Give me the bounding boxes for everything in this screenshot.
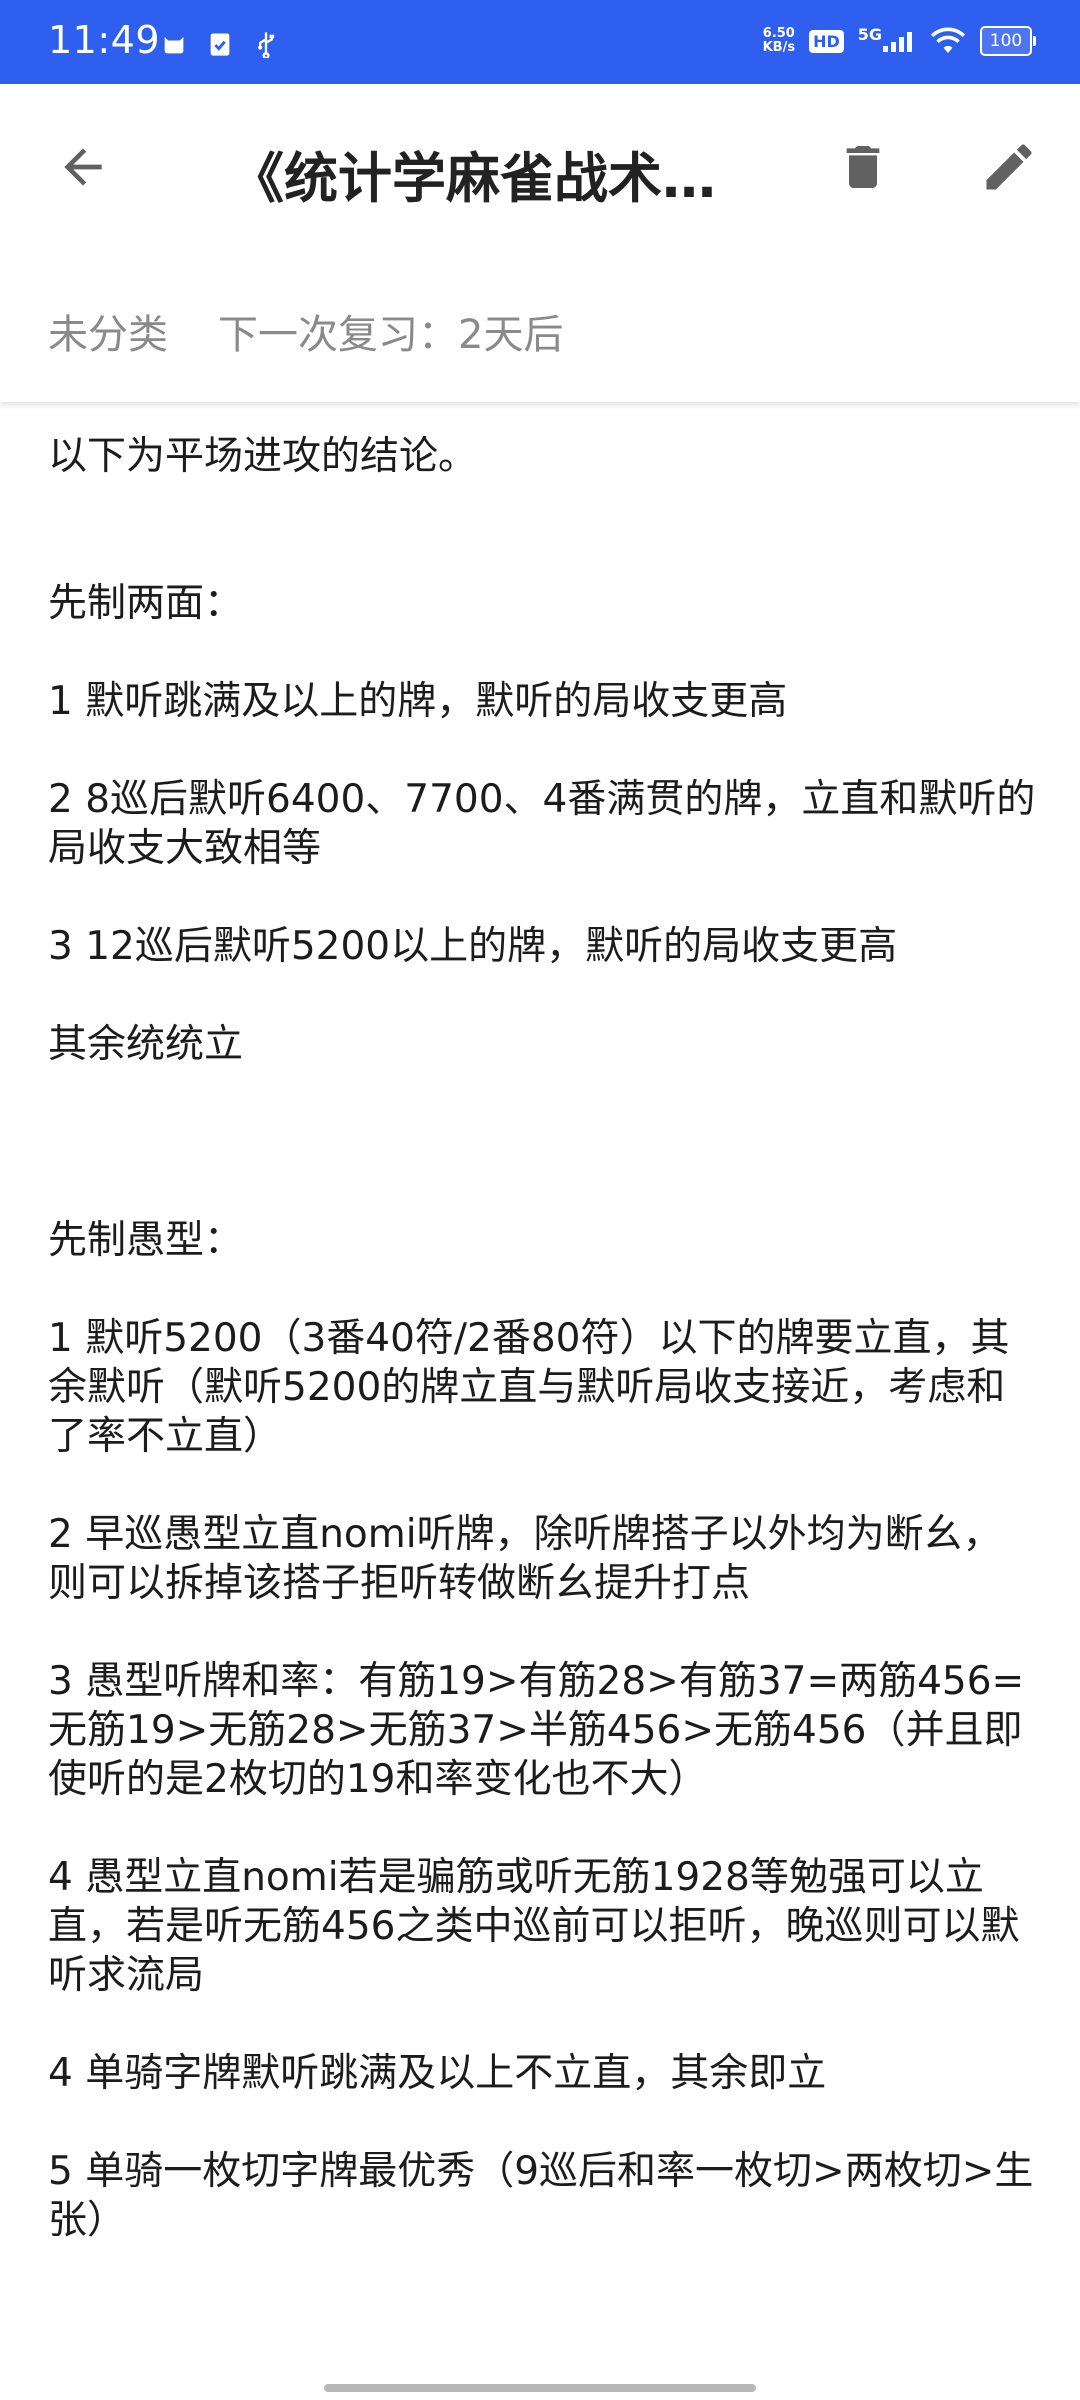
list-item: 4 单骑字牌默听跳满及以上不立直，其余即立	[48, 2051, 827, 2096]
usb-icon	[252, 30, 280, 60]
navigation-handle[interactable]	[324, 2384, 756, 2392]
page-title: 《统计学麻雀战术…	[230, 147, 716, 210]
clipboard-check-icon	[206, 30, 234, 58]
edit-button[interactable]	[966, 124, 1052, 210]
arrow-left-icon	[64, 148, 102, 186]
battery-indicator: 100	[980, 26, 1036, 56]
wifi-icon	[930, 27, 966, 53]
status-bar: 11:49 6.50 KB/s HD 5G 100	[0, 0, 1080, 84]
cat-app-icon	[160, 30, 188, 58]
list-item: 1 默听跳满及以上的牌，默听的局收支更高	[48, 679, 788, 724]
signal-bars-icon	[883, 32, 912, 52]
note-content: 以下为平场进攻的结论。 先制两面： 1 默听跳满及以上的牌，默听的局收支更高 2…	[48, 432, 1038, 2245]
list-item: 1 默听5200（3番40符/2番80符）以下的牌要立直，其余默听（默听5200…	[48, 1316, 1010, 1459]
category-label[interactable]: 未分类	[48, 302, 168, 360]
list-item: 3 愚型听牌和率：有筋19>有筋28>有筋37=两筋456=无筋19>无筋28>…	[48, 1659, 1025, 1802]
app-header: 《统计学麻雀战术… 未分类 下一次复习：2天后	[0, 84, 1080, 402]
pencil-icon	[986, 144, 1032, 190]
net-speed-unit: KB/s	[762, 40, 796, 55]
section-heading: 先制愚型：	[48, 1218, 244, 1263]
delete-button[interactable]	[820, 124, 906, 210]
net-speed-value: 6.50	[762, 26, 795, 41]
section-heading: 先制两面：	[48, 581, 244, 626]
intro-text: 以下为平场进攻的结论。	[48, 434, 478, 479]
list-item: 5 单骑一枚切字牌最优秀（9巡后和率一枚切>两枚切>生张）	[48, 2149, 1034, 2243]
list-item: 2 早巡愚型立直nomi听牌，除听牌搭子以外均为断幺，则可以拆掉该搭子拒听转做断…	[48, 1512, 1002, 1606]
back-button[interactable]	[40, 124, 126, 210]
status-system-icons: 6.50 KB/s HD 5G 100	[763, 25, 1036, 56]
network-type-label: 5G	[857, 25, 882, 44]
status-notification-icons	[160, 30, 280, 60]
cellular-signal: 5G	[858, 25, 916, 52]
list-item: 3 12巡后默听5200以上的牌，默听的局收支更高	[48, 924, 898, 969]
trash-icon	[846, 146, 880, 188]
section-footer: 其余统统立	[48, 1022, 244, 1067]
next-review-label: 下一次复习：2天后	[218, 312, 564, 358]
list-item: 4 愚型立直nomi若是骗筋或听无筋1928等勉强可以立直，若是听无筋456之类…	[48, 1855, 1020, 1998]
net-speed: 6.50 KB/s	[763, 27, 795, 55]
status-time: 11:49	[48, 18, 161, 62]
hd-badge: HD	[809, 29, 844, 53]
list-item: 2 8巡后默听6400、7700、4番满贯的牌，立直和默听的局收支大致相等	[48, 777, 1036, 871]
note-meta-row: 未分类 下一次复习：2天后	[48, 302, 563, 360]
